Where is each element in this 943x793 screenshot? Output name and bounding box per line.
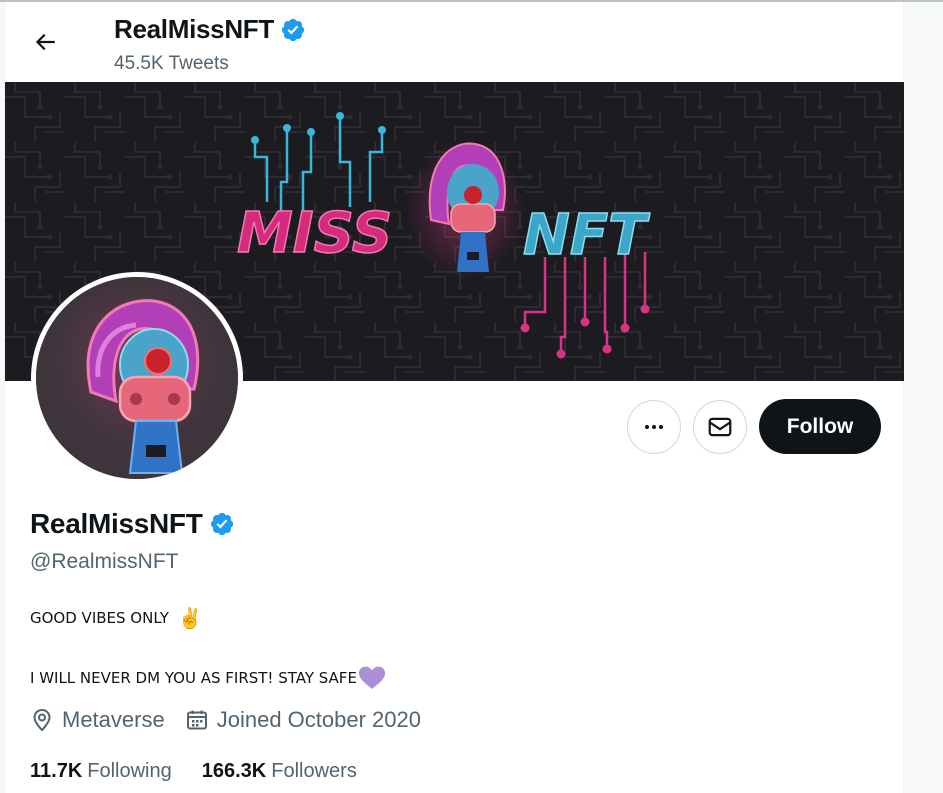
- following-label: Following: [87, 760, 172, 782]
- purple-heart-icon: [358, 666, 385, 690]
- profile-avatar[interactable]: [31, 272, 243, 484]
- more-button[interactable]: [627, 400, 681, 454]
- followers-count: 166.3K: [201, 760, 267, 782]
- profile-meta: Metaverse Joined October 2020: [30, 707, 441, 733]
- avatar-image: [36, 277, 238, 479]
- profile-handle: @RealmissNFT: [30, 550, 179, 573]
- followers-label: Followers: [271, 760, 357, 782]
- follow-button[interactable]: Follow: [759, 399, 881, 454]
- bio-line-2: I WILL NEVER DM YOU AS FIRST! STAY SAFE: [30, 666, 385, 690]
- message-button[interactable]: [693, 400, 747, 454]
- banner-logo-right: NFT: [523, 203, 650, 268]
- location-pin-icon: [33, 708, 51, 732]
- banner-mascot: [405, 140, 525, 280]
- joined-text: Joined October 2020: [216, 707, 421, 732]
- envelope-icon: [708, 417, 732, 437]
- bio-text-2: I WILL NEVER DM YOU AS FIRST! STAY SAFE: [30, 669, 357, 687]
- followers-link[interactable]: 166.3K Followers: [202, 760, 357, 783]
- header-name: RealMissNFT: [114, 14, 274, 44]
- profile-column: RealMissNFT 45.5K Tweets MISS NFT Follow…: [4, 2, 904, 793]
- verified-badge-icon[interactable]: [209, 511, 235, 537]
- back-button[interactable]: [27, 24, 63, 60]
- verified-badge-icon: [281, 18, 305, 41]
- tweet-count: 45.5K Tweets: [114, 53, 229, 74]
- following-link[interactable]: 11.7K Following: [30, 760, 172, 783]
- avatar-mascot: [36, 277, 238, 479]
- banner-logo-left: MISS: [237, 201, 392, 266]
- bio-line-1: GOOD VIBES ONLY ✌️: [30, 606, 203, 630]
- location-text: Metaverse: [62, 707, 165, 732]
- bio-text-1: GOOD VIBES ONLY: [30, 609, 174, 627]
- joined-item: Joined October 2020: [185, 707, 421, 733]
- header-title: RealMissNFT: [114, 14, 306, 45]
- profile-stats: 11.7K Following 166.3K Followers: [30, 760, 387, 783]
- arrow-left-icon: [35, 33, 55, 51]
- following-count: 11.7K: [30, 760, 83, 782]
- location-item: Metaverse: [30, 707, 165, 733]
- profile-name-row: RealMissNFT: [30, 508, 235, 540]
- profile-header: RealMissNFT 45.5K Tweets: [5, 2, 903, 82]
- calendar-icon: [186, 710, 207, 730]
- more-dots-icon: [645, 425, 663, 429]
- victory-hand-icon: ✌️: [177, 606, 203, 630]
- profile-name: RealMissNFT: [30, 508, 203, 539]
